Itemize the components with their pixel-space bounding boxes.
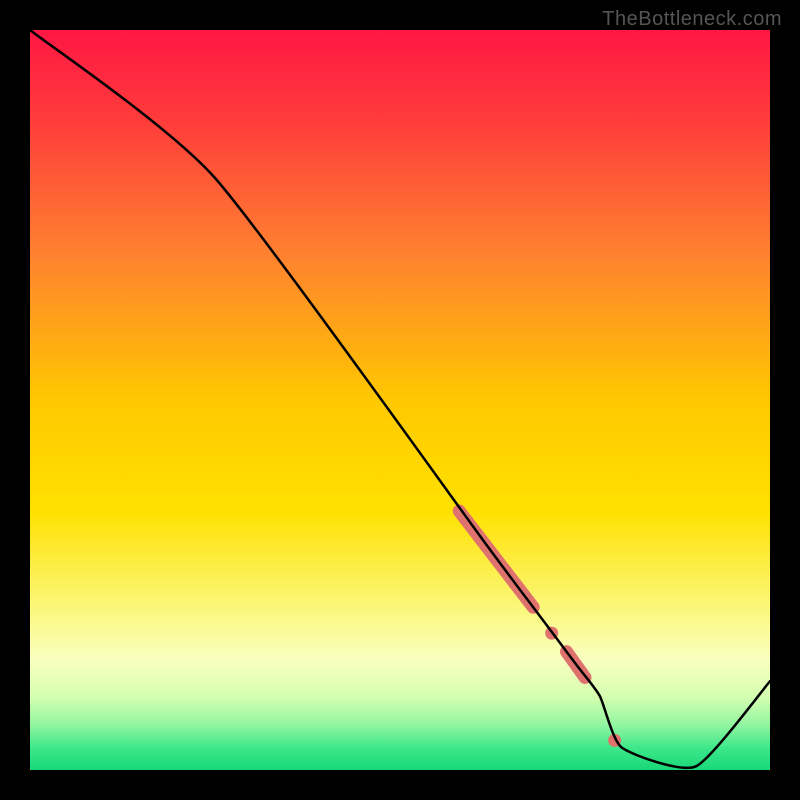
chart-plot-area	[30, 30, 770, 770]
bottleneck-curve	[30, 30, 770, 768]
highlight-markers	[459, 511, 621, 747]
chart-curve-layer	[30, 30, 770, 770]
watermark-text: TheBottleneck.com	[602, 8, 782, 31]
